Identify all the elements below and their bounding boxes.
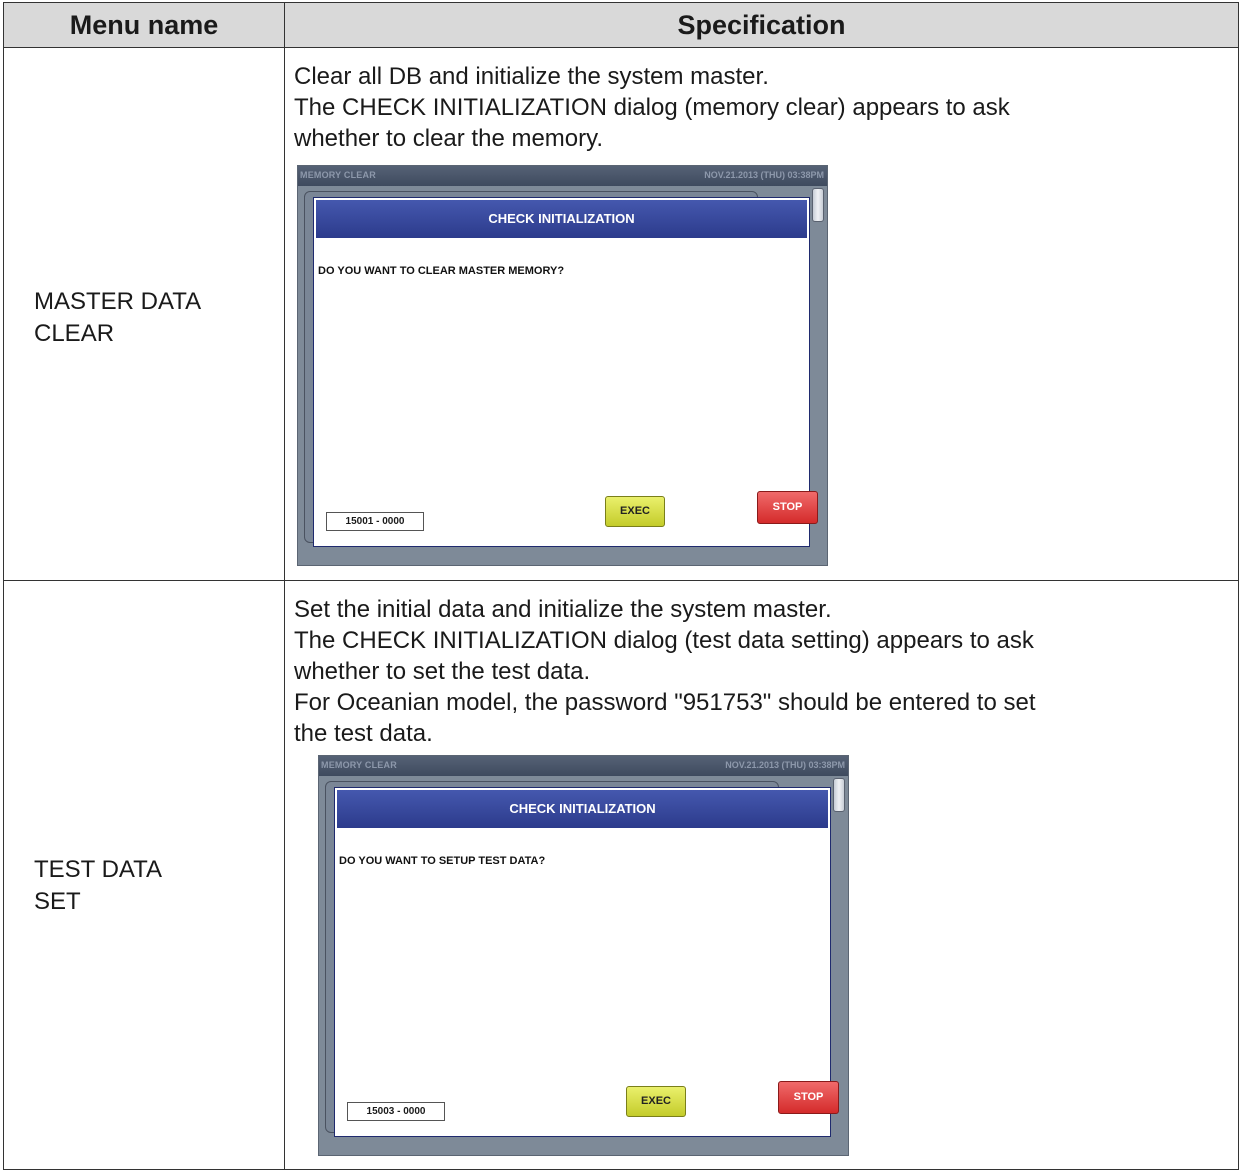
- row-1-spec-text: Clear all DB and initialize the system m…: [294, 61, 1194, 154]
- row-divider: [4, 580, 1238, 581]
- check-initialization-dialog: CHECK INITIALIZATION DO YOU WANT TO CLEA…: [313, 197, 818, 547]
- screen-datetime: NOV.21.2013 (THU) 03:38PM: [704, 170, 824, 180]
- screen-datetime: NOV.21.2013 (THU) 03:38PM: [725, 760, 845, 770]
- dialog-title: CHECK INITIALIZATION: [316, 200, 807, 238]
- screen-title-bar: MEMORY CLEAR NOV.21.2013 (THU) 03:38PM: [298, 166, 827, 186]
- row-1-spec-line: The CHECK INITIALIZATION dialog (memory …: [294, 94, 1010, 121]
- screen-title: MEMORY CLEAR: [321, 760, 397, 770]
- row-2-spec-line: For Oceanian model, the password "951753…: [294, 689, 1036, 716]
- screen-title: MEMORY CLEAR: [300, 170, 376, 180]
- row-1-screenshot: MEMORY CLEAR NOV.21.2013 (THU) 03:38PM C…: [297, 165, 828, 566]
- table-header-row: Menu name Specification: [4, 3, 1238, 47]
- check-initialization-dialog: CHECK INITIALIZATION DO YOU WANT TO SETU…: [334, 787, 839, 1137]
- screen-title-bar: MEMORY CLEAR NOV.21.2013 (THU) 03:38PM: [319, 756, 848, 776]
- scrollbar-thumb[interactable]: [812, 188, 824, 222]
- exec-button[interactable]: EXEC: [626, 1086, 686, 1117]
- dialog-question: DO YOU WANT TO CLEAR MASTER MEMORY?: [318, 265, 565, 277]
- row-2-spec-text: Set the initial data and initialize the …: [294, 594, 1194, 749]
- dialog-title: CHECK INITIALIZATION: [337, 790, 828, 828]
- row-1-spec-line: Clear all DB and initialize the system m…: [294, 63, 769, 90]
- dialog-question: DO YOU WANT TO SETUP TEST DATA?: [339, 855, 546, 867]
- scrollbar-thumb[interactable]: [833, 778, 845, 812]
- row-1-spec-line: whether to clear the memory.: [294, 125, 604, 152]
- row-2-screenshot: MEMORY CLEAR NOV.21.2013 (THU) 03:38PM C…: [318, 755, 849, 1156]
- row-2-menu-name: TEST DATA SET: [34, 856, 163, 915]
- row-2-spec-line: the test data.: [294, 720, 433, 747]
- row-2-spec-line: whether to set the test data.: [294, 658, 591, 685]
- exec-button[interactable]: EXEC: [605, 496, 665, 527]
- row-2-spec-line: The CHECK INITIALIZATION dialog (test da…: [294, 627, 1034, 654]
- screen-code-field: 15003 - 0000: [347, 1102, 445, 1121]
- stop-button[interactable]: STOP: [778, 1081, 839, 1114]
- stop-button[interactable]: STOP: [757, 491, 818, 524]
- row-1-menu-name: MASTER DATA CLEAR: [34, 288, 202, 347]
- header-specification: Specification: [677, 10, 846, 40]
- spec-table: Menu name Specification MASTER DATA CLEA…: [3, 2, 1239, 1170]
- screen-code-field: 15001 - 0000: [326, 512, 424, 531]
- column-divider: [284, 3, 285, 1169]
- row-2-spec-line: Set the initial data and initialize the …: [294, 596, 832, 623]
- header-menu-name: Menu name: [69, 10, 219, 40]
- header-divider: [4, 47, 1238, 48]
